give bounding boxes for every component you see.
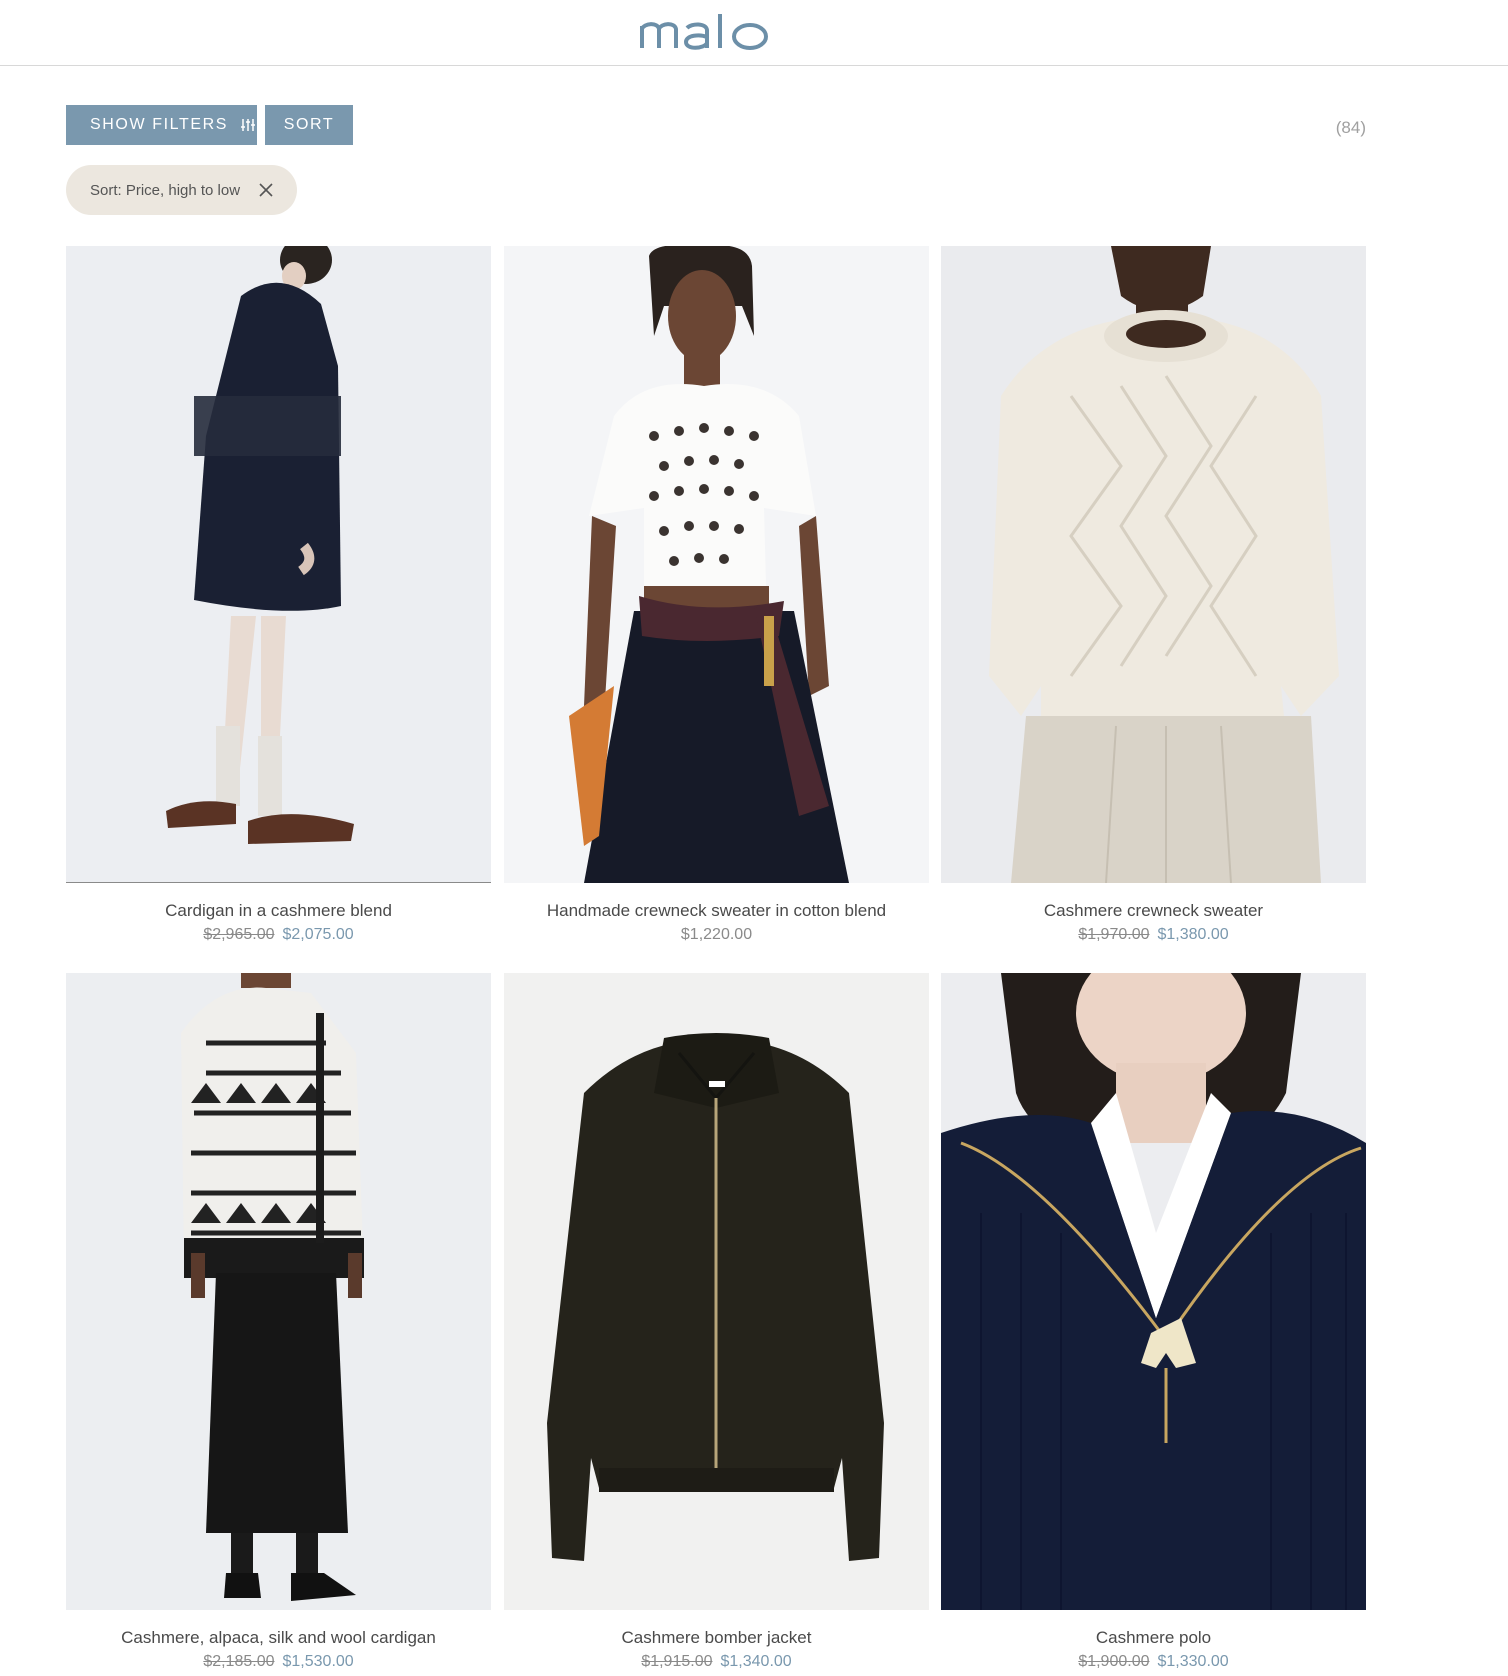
original-price: $1,970.00 xyxy=(1078,926,1150,943)
sale-price: $1,340.00 xyxy=(720,1653,792,1670)
close-icon[interactable] xyxy=(257,181,275,199)
price: $1,220.00 xyxy=(680,926,753,943)
product-card[interactable]: Cardigan in a cashmere blend $2,965.00 $2… xyxy=(66,246,491,945)
original-price: $2,965.00 xyxy=(203,926,275,943)
show-filters-button[interactable]: SHOW FILTERS xyxy=(66,105,257,145)
malo-logo-wordmark xyxy=(640,14,768,50)
original-price: $1,915.00 xyxy=(641,1653,713,1670)
product-image[interactable] xyxy=(504,973,929,1610)
product-price: $1,900.00 $1,330.00 xyxy=(941,1652,1366,1672)
product-image[interactable] xyxy=(941,973,1366,1610)
product-card[interactable]: Cashmere bomber jacket $1,915.00 $1,340.0… xyxy=(504,973,929,1672)
sale-price: $1,330.00 xyxy=(1157,1653,1229,1670)
sale-price: $1,530.00 xyxy=(282,1653,354,1670)
product-card[interactable]: Cashmere crewneck sweater $1,970.00 $1,38… xyxy=(941,246,1366,945)
sort-label: SORT xyxy=(283,116,335,133)
sale-price: $2,075.00 xyxy=(282,926,354,943)
sort-button[interactable]: SORT xyxy=(265,105,353,145)
product-card[interactable]: Handmade crewneck sweater in cotton blen… xyxy=(504,246,929,945)
product-image[interactable] xyxy=(66,246,491,883)
product-name[interactable]: Cardigan in a cashmere blend xyxy=(66,900,491,922)
original-price: $1,900.00 xyxy=(1078,1653,1150,1670)
product-price: $1,220.00 xyxy=(504,925,929,945)
product-price: $2,185.00 $1,530.00 xyxy=(66,1652,491,1672)
product-name[interactable]: Handmade crewneck sweater in cotton blen… xyxy=(504,900,929,922)
active-sort-label: Sort: Price, high to low xyxy=(90,181,241,199)
product-name[interactable]: Cashmere, alpaca, silk and wool cardigan xyxy=(66,1627,491,1649)
product-card[interactable]: Cashmere polo $1,900.00 $1,330.00 xyxy=(941,973,1366,1672)
product-image[interactable] xyxy=(504,246,929,883)
product-name[interactable]: Cashmere polo xyxy=(941,1627,1366,1649)
site-header xyxy=(0,0,1508,66)
product-image[interactable] xyxy=(941,246,1366,883)
show-filters-label: SHOW FILTERS xyxy=(90,116,229,133)
product-name[interactable]: Cashmere crewneck sweater xyxy=(941,900,1366,922)
product-name[interactable]: Cashmere bomber jacket xyxy=(504,1627,929,1649)
original-price: $2,185.00 xyxy=(203,1653,275,1670)
filter-sliders-icon xyxy=(241,118,256,132)
product-price: $2,965.00 $2,075.00 xyxy=(66,925,491,945)
sale-price: $1,380.00 xyxy=(1157,926,1229,943)
active-sort-chip[interactable]: Sort: Price, high to low xyxy=(66,165,297,215)
malo-logo[interactable] xyxy=(640,10,792,56)
product-card[interactable]: Cashmere, alpaca, silk and wool cardigan… xyxy=(66,973,491,1672)
product-image[interactable] xyxy=(66,973,491,1610)
product-price: $1,970.00 $1,380.00 xyxy=(941,925,1366,945)
product-price: $1,915.00 $1,340.00 xyxy=(504,1652,929,1672)
result-count: (84) xyxy=(1335,118,1366,137)
